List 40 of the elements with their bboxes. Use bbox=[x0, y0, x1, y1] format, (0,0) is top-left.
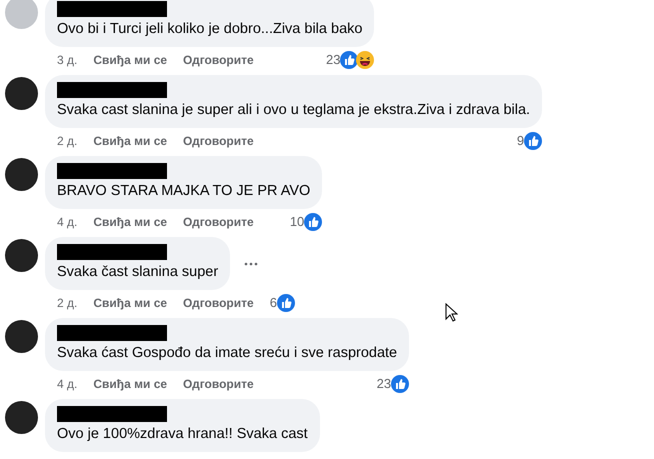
reaction-count[interactable]: 10 bbox=[290, 212, 304, 232]
mouse-pointer-icon bbox=[445, 303, 458, 322]
reply-link[interactable]: Одговорите bbox=[183, 132, 254, 150]
avatar[interactable] bbox=[5, 239, 38, 272]
reaction-count[interactable]: 6 bbox=[270, 293, 277, 313]
avatar[interactable] bbox=[5, 320, 38, 353]
reaction-count[interactable]: 23 bbox=[326, 50, 340, 70]
more-options-button[interactable] bbox=[242, 262, 260, 266]
comment-time[interactable]: 2 д. bbox=[57, 132, 78, 150]
comment-time[interactable]: 3 д. bbox=[57, 51, 78, 69]
ellipsis-icon bbox=[244, 262, 258, 266]
comment-text: Svaka ćast Gospođo da imate sreću i sve rasprodate bbox=[57, 344, 398, 363]
avatar[interactable] bbox=[5, 77, 38, 110]
thumbs-up-icon bbox=[524, 132, 542, 150]
comment-text: Svaka cast slanina je super ali i ovo u teglama je ekstra.Ziva i zdrava bila. bbox=[57, 101, 530, 120]
comment-text: Svaka čast slanina super bbox=[57, 263, 218, 282]
laughing-face-icon bbox=[356, 51, 374, 69]
reaction-count[interactable]: 9 bbox=[516, 131, 524, 151]
reply-link[interactable]: Одговорите bbox=[183, 294, 254, 312]
comment-text: Ovo bi i Turci jeli koliko je dobro...Ziva bila bako bbox=[57, 20, 362, 39]
thumbs-up-icon bbox=[391, 375, 410, 393]
like-link[interactable]: Свиђа ми се bbox=[93, 51, 168, 69]
avatar[interactable] bbox=[5, 401, 38, 434]
like-link[interactable]: Свиђа ми се bbox=[93, 294, 168, 312]
thumbs-up-icon bbox=[276, 294, 295, 312]
thumbs-up-icon bbox=[340, 51, 358, 69]
thumbs-up-icon bbox=[304, 213, 322, 231]
reply-link[interactable]: Одговорите bbox=[183, 375, 254, 393]
comment-time[interactable]: 2 д. bbox=[57, 294, 78, 312]
avatar[interactable] bbox=[5, 158, 38, 191]
comment-text: BRAVO STARA MAJKA TO JE PR AVO bbox=[57, 182, 310, 201]
comment-time[interactable]: 4 д. bbox=[57, 213, 78, 231]
reply-link[interactable]: Одговорите bbox=[183, 51, 254, 69]
like-link[interactable]: Свиђа ми се bbox=[93, 375, 168, 393]
comment-time[interactable]: 4 д. bbox=[57, 375, 78, 393]
like-link[interactable]: Свиђа ми се bbox=[93, 132, 168, 150]
reply-link[interactable]: Одговорите bbox=[183, 213, 254, 231]
reaction-count[interactable]: 23 bbox=[376, 374, 392, 394]
like-link[interactable]: Свиђа ми се bbox=[93, 213, 168, 231]
comment-text: Ovo je 100%zdrava hrana!! Svaka cast bbox=[57, 425, 308, 444]
